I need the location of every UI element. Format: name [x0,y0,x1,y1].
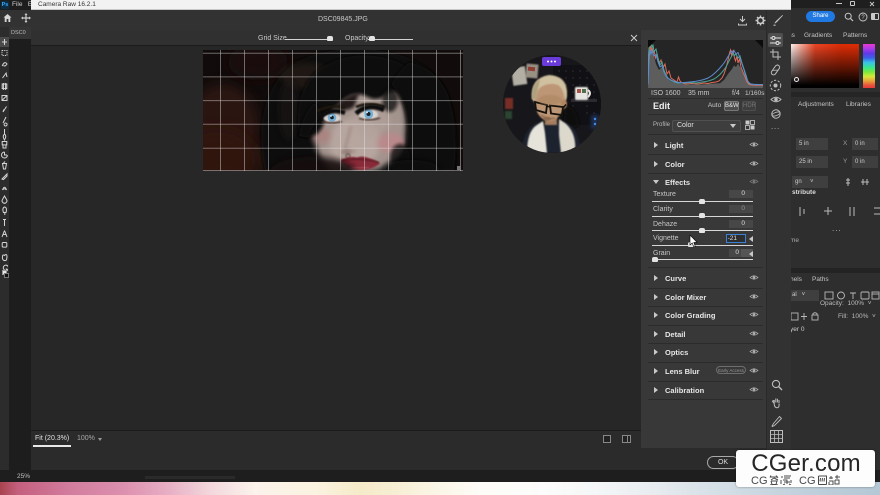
svg-text:?: ? [861,15,865,21]
